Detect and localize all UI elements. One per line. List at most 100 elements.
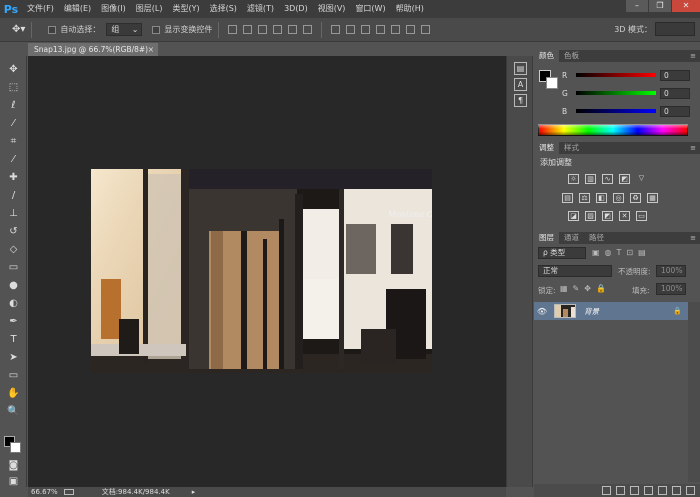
screen-mode-icon[interactable]: ▣	[6, 474, 21, 489]
history-brush-tool-icon[interactable]: ↺	[6, 224, 21, 239]
align-right-icon[interactable]	[303, 25, 313, 34]
opacity-field[interactable]: 100%	[656, 265, 686, 277]
zoom-level[interactable]: 66.67%	[31, 488, 58, 496]
eyedropper-tool-icon[interactable]: ⁄	[6, 152, 21, 167]
align-left-icon[interactable]	[273, 25, 283, 34]
layer-filter-dropdown[interactable]: ρ 类型	[538, 247, 586, 259]
tab-channels[interactable]: 通道	[559, 232, 584, 244]
shape-tool-icon[interactable]: ▭	[6, 368, 21, 383]
distribute-bottom-icon[interactable]	[361, 25, 371, 34]
clone-stamp-tool-icon[interactable]: ⊥	[6, 206, 21, 221]
align-vcenter-icon[interactable]	[243, 25, 253, 34]
auto-select-checkbox[interactable]	[48, 25, 57, 34]
panel-background-swatch[interactable]	[546, 77, 558, 89]
invert-icon[interactable]: ◪	[568, 211, 579, 221]
quick-mask-icon[interactable]: ◙	[6, 458, 21, 473]
menu-type[interactable]: 类型(Y)	[167, 0, 204, 18]
healing-brush-tool-icon[interactable]: ✚	[6, 170, 21, 185]
auto-select-dropdown[interactable]: 组 ⌄	[106, 23, 143, 36]
tab-paths[interactable]: 路径	[584, 232, 609, 244]
layers-scrollbar[interactable]	[688, 302, 700, 482]
pen-tool-icon[interactable]: ✒	[6, 314, 21, 329]
tab-adjustments[interactable]: 调整	[534, 142, 559, 154]
gradient-map-icon[interactable]: ▭	[636, 211, 647, 221]
paragraph-icon[interactable]: ¶	[514, 94, 527, 107]
posterize-icon[interactable]: ▨	[585, 211, 596, 221]
status-icon[interactable]	[63, 489, 74, 495]
new-group-icon[interactable]	[658, 486, 667, 495]
show-transform-checkbox[interactable]	[152, 25, 161, 34]
path-select-tool-icon[interactable]: ➤	[6, 350, 21, 365]
blend-mode-dropdown[interactable]: 正常	[538, 265, 612, 277]
lock-icons[interactable]: ▦✎✥🔒	[560, 284, 611, 293]
menu-image[interactable]: 图像(I)	[96, 0, 131, 18]
fx-icon[interactable]	[616, 486, 625, 495]
selective-color-icon[interactable]: ✕	[619, 211, 630, 221]
menu-file[interactable]: 文件(F)	[22, 0, 59, 18]
gradient-tool-icon[interactable]: ▭	[6, 260, 21, 275]
hue-saturation-icon[interactable]: ▤	[562, 193, 573, 203]
layer-name[interactable]: 背景	[584, 306, 673, 317]
lasso-tool-icon[interactable]: ℓ	[6, 98, 21, 113]
canvas-area[interactable]: Montana Oro	[28, 56, 506, 487]
eye-icon[interactable]: 👁	[534, 307, 550, 316]
menu-window[interactable]: 窗口(W)	[350, 0, 390, 18]
align-top-icon[interactable]	[228, 25, 238, 34]
tab-swatches[interactable]: 色板	[559, 50, 584, 62]
chevron-right-icon[interactable]: ▸	[192, 488, 196, 496]
restore-icon[interactable]: ❐	[649, 0, 671, 12]
new-layer-icon[interactable]	[672, 486, 681, 495]
tab-color[interactable]: 颜色	[534, 50, 559, 62]
marquee-tool-icon[interactable]: ⬚	[6, 80, 21, 95]
levels-icon[interactable]: ▥	[585, 174, 596, 184]
zoom-tool-icon[interactable]: 🔍	[6, 404, 21, 419]
layer-filter-icons[interactable]: ▣◍T⊡▤	[592, 248, 651, 257]
trash-icon[interactable]	[686, 486, 695, 495]
background-color-swatch[interactable]	[10, 442, 21, 453]
align-hcenter-icon[interactable]	[288, 25, 298, 34]
close-icon[interactable]: ×	[148, 43, 154, 56]
tab-styles[interactable]: 样式	[559, 142, 584, 154]
panel-menu-icon[interactable]: ≡	[690, 232, 696, 244]
channel-mixer-icon[interactable]: ♻	[630, 193, 641, 203]
move-tool-icon[interactable]: ✥	[6, 62, 21, 77]
auto-align-icon[interactable]	[421, 25, 431, 34]
minimize-icon[interactable]: –	[626, 0, 648, 12]
exposure-icon[interactable]: ◩	[619, 174, 630, 184]
brush-tool-icon[interactable]: /	[6, 188, 21, 203]
photo-filter-icon[interactable]: ◎	[613, 193, 624, 203]
history-icon[interactable]: ▤	[514, 62, 527, 75]
color-balance-icon[interactable]: ⚖	[579, 193, 590, 203]
move-tool-icon[interactable]: ✥▾	[12, 24, 25, 35]
panel-menu-icon[interactable]: ≡	[690, 142, 696, 154]
distribute-vcenter-icon[interactable]	[346, 25, 356, 34]
close-icon[interactable]: ✕	[672, 0, 700, 12]
green-value-field[interactable]: 0	[660, 87, 690, 99]
threshold-icon[interactable]: ◩	[602, 211, 613, 221]
hand-tool-icon[interactable]: ✋	[6, 386, 21, 401]
black-white-icon[interactable]: ◧	[596, 193, 607, 203]
workspace-switcher[interactable]	[655, 22, 695, 36]
distribute-left-icon[interactable]	[376, 25, 386, 34]
document-tab[interactable]: Snap13.jpg @ 66.7%(RGB/8#) ×	[28, 43, 158, 56]
menu-3d[interactable]: 3D(D)	[279, 0, 313, 18]
eraser-tool-icon[interactable]: ◇	[6, 242, 21, 257]
red-slider[interactable]	[576, 73, 656, 77]
menu-filter[interactable]: 滤镜(T)	[242, 0, 279, 18]
blue-slider[interactable]	[576, 109, 656, 113]
menu-help[interactable]: 帮助(H)	[391, 0, 429, 18]
panel-menu-icon[interactable]: ≡	[690, 50, 696, 62]
curves-icon[interactable]: ∿	[602, 174, 613, 184]
green-slider[interactable]	[576, 91, 656, 95]
crop-tool-icon[interactable]: ⌗	[6, 134, 21, 149]
brightness-contrast-icon[interactable]: ☼	[568, 174, 579, 184]
menu-layer[interactable]: 图层(L)	[131, 0, 168, 18]
quick-select-tool-icon[interactable]: ⁄	[6, 116, 21, 131]
blur-tool-icon[interactable]: ●	[6, 278, 21, 293]
vibrance-icon[interactable]: ▽	[636, 174, 647, 184]
menu-view[interactable]: 视图(V)	[313, 0, 351, 18]
actions-icon[interactable]: A	[514, 78, 527, 91]
link-layers-icon[interactable]	[602, 486, 611, 495]
tab-layers[interactable]: 图层	[534, 232, 559, 244]
type-tool-icon[interactable]: T	[6, 332, 21, 347]
